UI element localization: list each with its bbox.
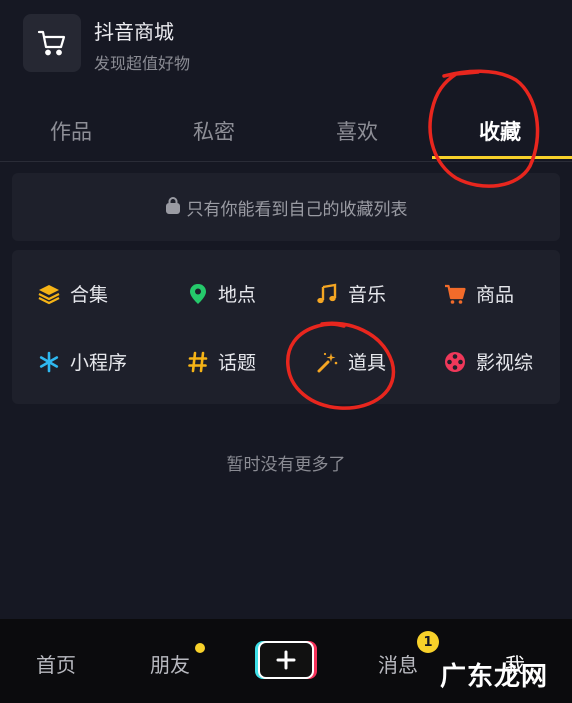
tab-works[interactable]: 作品 [50,116,92,146]
layers-icon [38,284,60,304]
tab-favorites[interactable]: 收藏 [479,116,521,146]
cart-icon [445,284,466,304]
category-places[interactable]: 地点 [188,280,256,307]
mall-entry[interactable]: 抖音商城 发现超值好物 [0,0,572,86]
category-label: 地点 [218,284,257,306]
mall-title: 抖音商城 [94,20,174,44]
asterisk-icon [39,351,59,372]
shopping-cart-icon [23,14,81,72]
magic-wand-icon [317,352,338,372]
tab-private[interactable]: 私密 [193,116,235,146]
tab-likes[interactable]: 喜欢 [336,116,378,146]
nav-home[interactable]: 首页 [36,649,76,678]
category-collections[interactable]: 合集 [38,280,108,307]
category-label: 合集 [70,284,109,306]
watermark-text: 广东龙网 [440,662,549,692]
category-film-tv[interactable]: 影视综 [444,348,533,375]
category-props[interactable]: 道具 [316,348,386,375]
end-of-list-text: 暂时没有更多了 [226,455,346,475]
mall-subtitle: 发现超值好物 [94,54,191,73]
category-label: 小程序 [70,352,128,374]
nav-messages[interactable]: 消息 [378,649,418,678]
hashtag-icon [188,351,208,372]
location-pin-icon [190,283,206,304]
lock-icon [165,196,181,219]
film-reel-icon [445,351,465,372]
category-label: 影视综 [476,352,534,374]
plus-icon [276,650,296,670]
friends-notification-dot [195,643,205,653]
category-topics[interactable]: 话题 [188,348,256,375]
category-label: 道具 [348,352,387,374]
active-tab-indicator [432,156,572,159]
privacy-notice: 只有你能看到自己的收藏列表 [12,173,560,241]
category-music[interactable]: 音乐 [316,280,386,307]
category-mini-programs[interactable]: 小程序 [38,348,127,375]
nav-friends[interactable]: 朋友 [150,649,190,678]
privacy-text: 只有你能看到自己的收藏列表 [186,199,408,220]
create-post-button[interactable] [258,641,314,679]
message-count-badge: 1 [417,631,439,653]
category-products[interactable]: 商品 [444,280,514,307]
favorites-category-grid: 合集 地点 音乐 商品 小程序 话题 道具 影视综 [12,250,560,404]
profile-tabs: 作品 私密 喜欢 收藏 [0,104,572,162]
music-note-icon [317,283,337,303]
category-label: 商品 [476,284,515,306]
category-label: 音乐 [348,284,387,306]
category-label: 话题 [218,352,257,374]
